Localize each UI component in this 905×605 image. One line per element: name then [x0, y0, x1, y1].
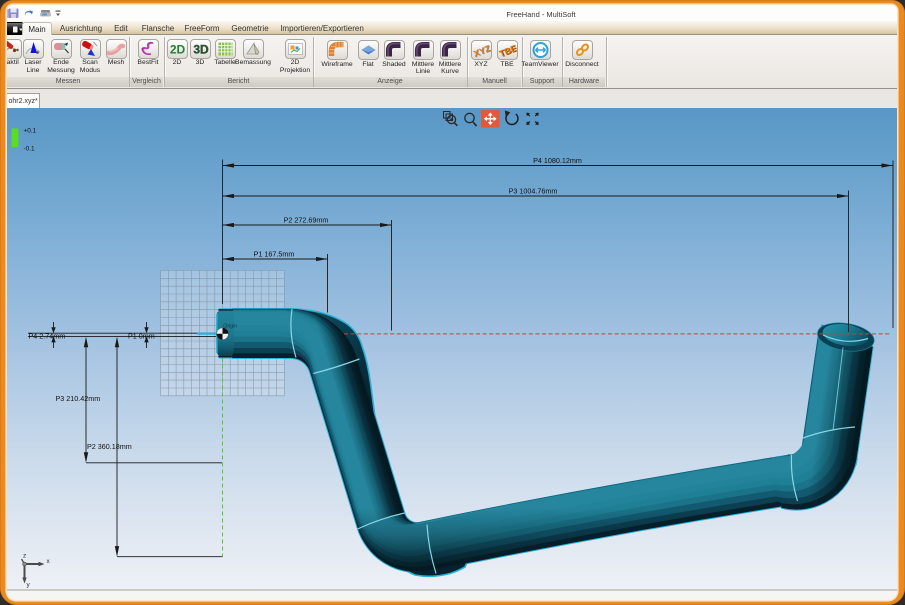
svg-text:z: z	[23, 552, 26, 559]
svg-text:Origin: Origin	[223, 323, 237, 329]
svg-text:XYZ: XYZ	[472, 43, 491, 59]
svg-text:P2 360.18mm: P2 360.18mm	[87, 441, 132, 450]
svg-text:2D: 2D	[169, 43, 185, 57]
svg-text:3D: 3D	[193, 43, 209, 57]
svg-text:P3 1004.76mm: P3 1004.76mm	[509, 186, 558, 195]
svg-text:P2 272.69mm: P2 272.69mm	[284, 215, 329, 224]
svg-text:P4 2.74mm: P4 2.74mm	[29, 331, 66, 340]
svg-text:-0.1: -0.1	[24, 145, 35, 152]
svg-text:+0.1: +0.1	[24, 127, 37, 134]
svg-text:P1 167.5mm: P1 167.5mm	[254, 249, 295, 258]
svg-text:P1 0mm: P1 0mm	[128, 331, 155, 340]
svg-text:P3 210.42mm: P3 210.42mm	[56, 393, 101, 402]
svg-text:P4 1080.12mm: P4 1080.12mm	[533, 155, 582, 164]
